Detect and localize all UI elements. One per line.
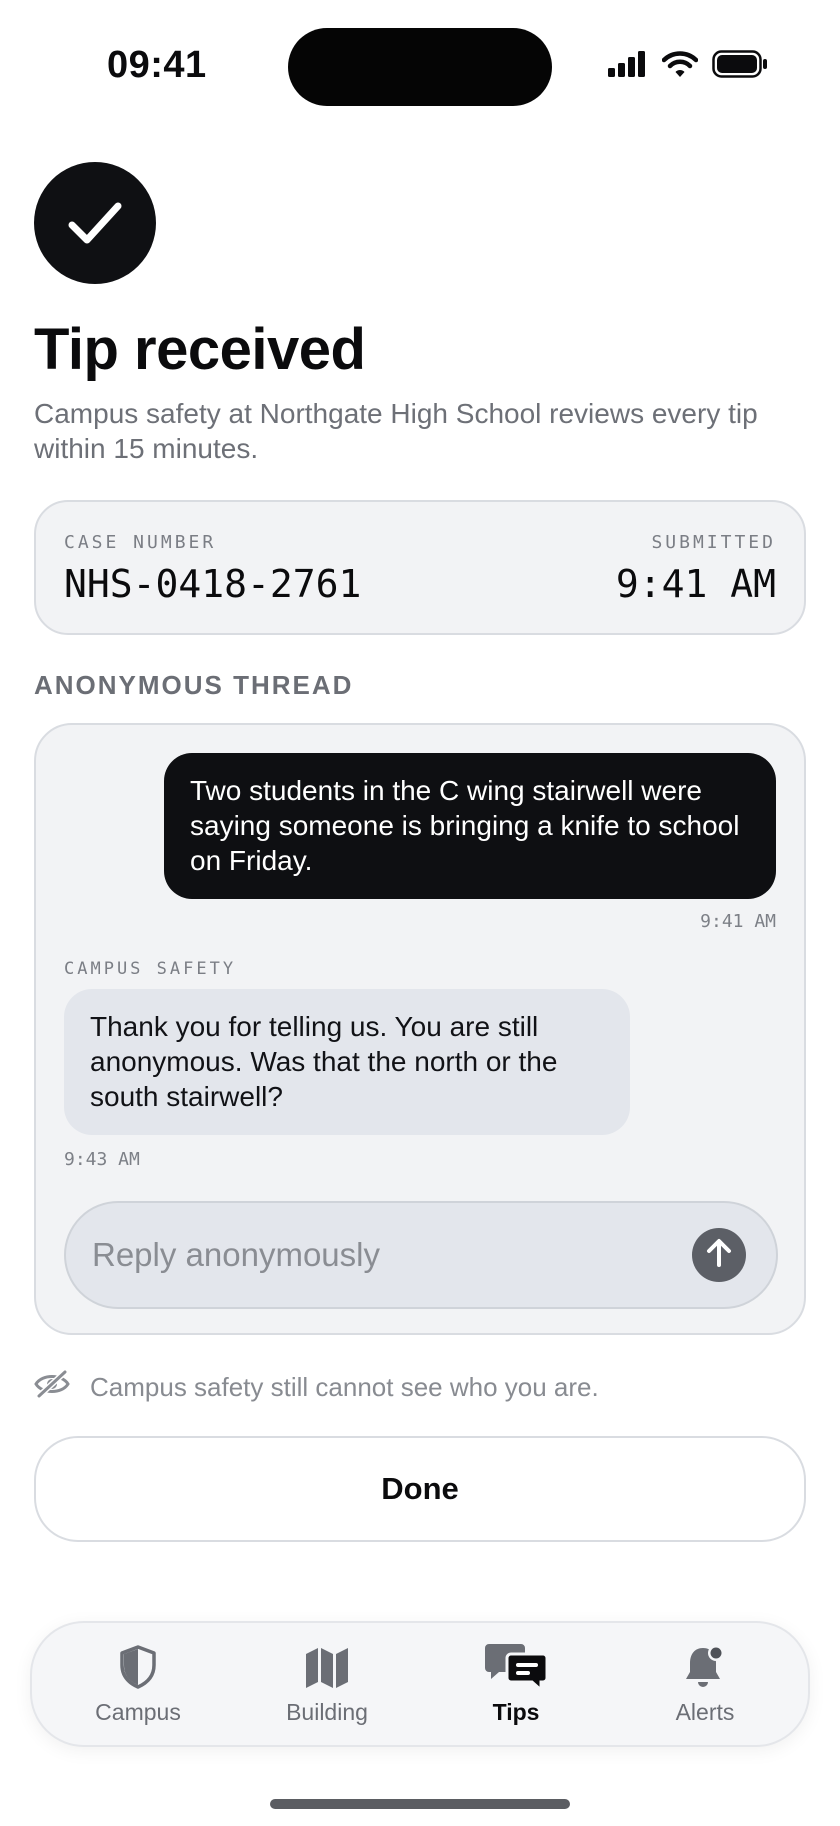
- anonymous-thread: Two students in the C wing stairwell wer…: [34, 723, 806, 1335]
- map-icon: [242, 1643, 412, 1691]
- thread-section-label: ANONYMOUS THREAD: [34, 670, 354, 700]
- checkmark-icon: [34, 162, 156, 284]
- page-title: Tip received: [34, 317, 366, 382]
- tab-label: Campus: [95, 1699, 181, 1725]
- chat-bubbles-icon: [431, 1643, 601, 1692]
- wifi-icon: [661, 50, 699, 83]
- battery-icon: [712, 50, 768, 83]
- reply-field: [64, 1201, 778, 1309]
- reply-input[interactable]: [92, 1203, 672, 1307]
- status-bar: 09:41: [0, 0, 840, 136]
- send-button[interactable]: [692, 1228, 746, 1282]
- submitted-time: 9:41 AM: [615, 562, 776, 606]
- shield-icon: [53, 1643, 223, 1691]
- case-number-label: CASE NUMBER: [64, 532, 217, 553]
- home-indicator: [270, 1799, 570, 1809]
- sender-label: CAMPUS SAFETY: [64, 959, 237, 979]
- incoming-message-bubble: Thank you for telling us. You are still …: [64, 989, 630, 1135]
- tab-label: Tips: [492, 1699, 540, 1725]
- tab-campus[interactable]: Campus: [53, 1643, 223, 1733]
- tab-tips[interactable]: Tips: [431, 1643, 601, 1733]
- outgoing-message-time: 9:41 AM: [700, 911, 776, 932]
- arrow-up-icon: [706, 1238, 732, 1273]
- tab-building[interactable]: Building: [242, 1643, 412, 1733]
- tab-alerts[interactable]: Alerts: [620, 1643, 790, 1733]
- case-number-value: NHS-0418-2761: [64, 562, 362, 606]
- incoming-message-time: 9:43 AM: [64, 1149, 140, 1170]
- outgoing-message-bubble: Two students in the C wing stairwell wer…: [164, 753, 776, 899]
- dynamic-island: [288, 28, 552, 106]
- case-card: CASE NUMBER NHS-0418-2761 SUBMITTED 9:41…: [34, 500, 806, 635]
- privacy-note: Campus safety still cannot see who you a…: [34, 1369, 599, 1405]
- privacy-note-text: Campus safety still cannot see who you a…: [90, 1372, 599, 1402]
- tip-received-screen: 09:41 Tip received Campus safety at Nort…: [0, 0, 840, 1826]
- tab-label: Building: [286, 1699, 368, 1725]
- status-time: 09:41: [107, 44, 207, 86]
- tab-bar: Campus Building Tips Alerts: [30, 1621, 810, 1747]
- status-icons: [608, 50, 768, 83]
- done-button[interactable]: Done: [34, 1436, 806, 1542]
- page-subtitle: Campus safety at Northgate High School r…: [34, 398, 758, 464]
- tab-label: Alerts: [675, 1699, 735, 1725]
- cellular-signal-icon: [608, 51, 648, 82]
- bell-icon: [620, 1643, 790, 1691]
- eye-slash-icon: [34, 1369, 70, 1405]
- submitted-label: SUBMITTED: [651, 532, 776, 553]
